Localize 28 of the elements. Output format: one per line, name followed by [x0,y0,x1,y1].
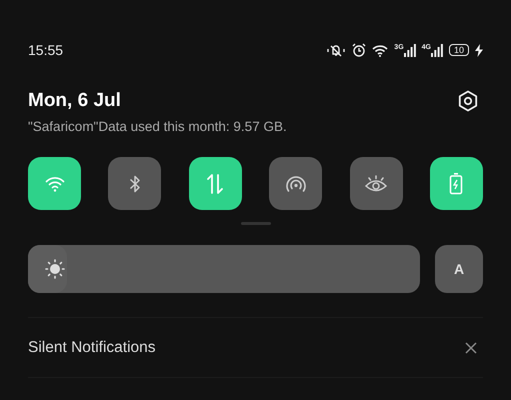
section-title: Silent Notifications [28,338,156,356]
muted-bell-icon [326,43,346,57]
quick-toggle[interactable] [188,157,242,210]
close-icon[interactable] [465,342,477,354]
auto-brightness-button[interactable]: A [435,245,483,293]
quick-toggle[interactable] [350,157,403,210]
sun-icon [45,259,65,279]
clock-time: 15:55 [28,42,64,58]
data-usage-text: "Safaricom"Data used this month: 9.57 GB. [28,119,287,134]
quick-toggle[interactable] [430,157,483,210]
alarm-clock-icon [352,43,366,57]
signal-bars-icon [404,44,416,56]
wifi-icon [372,44,388,56]
signal-bars-icon [430,44,443,56]
hotspot-icon [284,174,307,192]
quick-toggle[interactable] [108,157,162,210]
quick-toggle[interactable] [269,157,322,210]
battery-indicator: 10 [448,44,469,56]
lightning-bolt-icon [475,44,483,56]
quick-toggle[interactable] [28,157,81,210]
settings-icon[interactable] [457,90,479,112]
up-down-arrows-icon [206,172,224,194]
brightness-slider[interactable] [28,245,420,293]
eye-icon [364,174,388,192]
battery-charging-icon [449,172,464,194]
wifi-icon [44,176,64,192]
date-heading: Mon, 6 Jul [28,90,122,112]
bluetooth-icon [128,174,141,194]
